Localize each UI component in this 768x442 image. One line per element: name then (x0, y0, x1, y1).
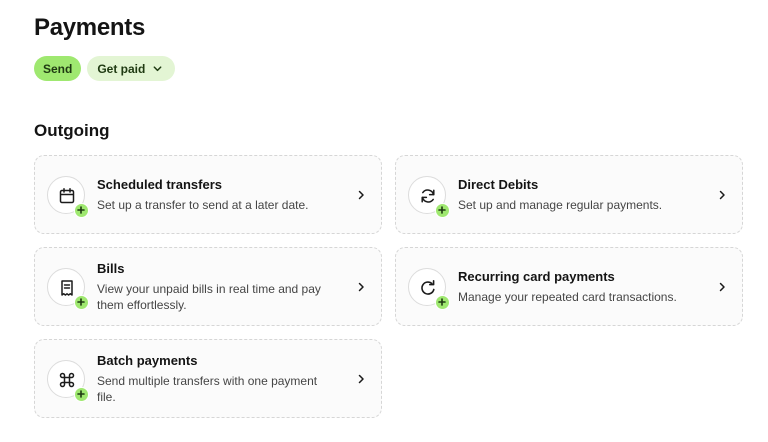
chevron-right-icon (719, 282, 725, 291)
command-icon-container (47, 359, 89, 402)
chevron-right-icon (358, 374, 364, 383)
card-recurring-card-payments[interactable]: Recurring card payments Manage your repe… (395, 247, 743, 326)
card-title: Scheduled transfers (97, 176, 222, 192)
payments-page: Payments Send Get paid Outgoing Schedule… (0, 0, 768, 442)
plus-icon (74, 294, 89, 310)
section-title-outgoing: Outgoing (34, 121, 110, 140)
card-bills[interactable]: Bills View your unpaid bills in real tim… (34, 247, 382, 326)
card-text: Batch payments Send multiple transfers w… (97, 353, 329, 405)
calendar-icon (59, 187, 75, 203)
repeat-icon (421, 279, 435, 295)
chevron-right-icon (719, 190, 725, 199)
card-text: Recurring card payments Manage your repe… (458, 269, 690, 305)
receipt-icon-container (47, 267, 89, 310)
repeat-icon-container (408, 267, 450, 310)
plus-icon (435, 202, 450, 218)
card-text: Bills View your unpaid bills in real tim… (97, 261, 329, 313)
card-title: Bills (97, 260, 125, 276)
tab-send-label: Send (43, 61, 73, 76)
refresh-icon-container (408, 175, 450, 218)
card-description: View your unpaid bills in real time and … (97, 281, 321, 312)
command-icon (59, 372, 75, 387)
card-direct-debits[interactable]: Direct Debits Set up and manage regular … (395, 155, 743, 234)
chevron-down-icon (153, 66, 162, 72)
card-title: Batch payments (97, 352, 198, 368)
chevron-right-icon (358, 282, 364, 291)
tab-get-paid-label: Get paid (97, 61, 146, 76)
card-title: Direct Debits (458, 176, 539, 192)
plus-icon (74, 202, 89, 218)
payment-tabs: Send Get paid (34, 56, 176, 81)
calendar-icon-container (47, 175, 89, 218)
card-batch-payments[interactable]: Batch payments Send multiple transfers w… (34, 339, 382, 418)
card-title: Recurring card payments (458, 268, 615, 284)
receipt-icon (61, 279, 73, 296)
tab-get-paid[interactable]: Get paid (87, 56, 176, 81)
card-scheduled-transfers[interactable]: Scheduled transfers Set up a transfer to… (34, 155, 382, 234)
card-description: Send multiple transfers with one payment… (97, 373, 318, 404)
page-title: Payments (34, 14, 145, 41)
card-text: Scheduled transfers Set up a transfer to… (97, 177, 329, 213)
plus-icon (74, 386, 89, 402)
card-text: Direct Debits Set up and manage regular … (458, 177, 690, 213)
refresh-icon (421, 188, 435, 203)
plus-icon (435, 294, 450, 310)
card-description: Set up a transfer to send at a later dat… (97, 197, 309, 212)
tab-send[interactable]: Send (34, 56, 82, 81)
card-description: Set up and manage regular payments. (458, 197, 663, 212)
card-description: Manage your repeated card transactions. (458, 289, 677, 304)
chevron-right-icon (358, 190, 364, 199)
